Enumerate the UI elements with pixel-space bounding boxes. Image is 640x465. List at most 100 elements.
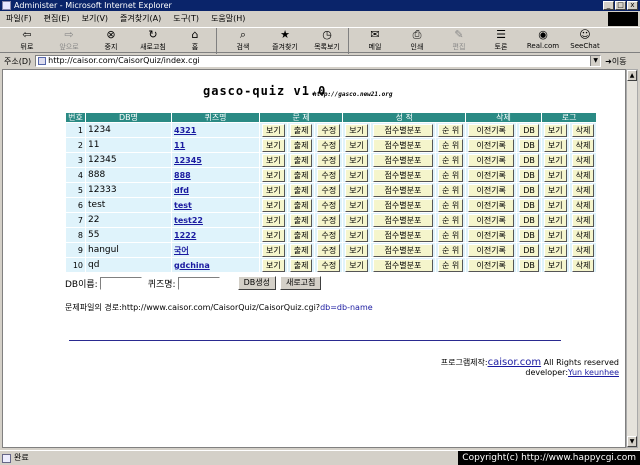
db-name-input[interactable] bbox=[99, 276, 142, 290]
delete-db-button[interactable]: DB bbox=[519, 123, 539, 137]
history-button[interactable]: ◷ 목록보기 bbox=[306, 28, 348, 54]
scroll-up-icon[interactable]: ▲ bbox=[627, 70, 637, 81]
problem-make-button[interactable]: 출제 bbox=[289, 213, 313, 227]
log-delete-button[interactable]: 삭제 bbox=[571, 183, 595, 197]
score-view-button[interactable]: 보기 bbox=[345, 123, 368, 137]
problem-edit-button[interactable]: 수정 bbox=[317, 153, 341, 167]
credits-site-link[interactable]: caisor.com bbox=[488, 357, 541, 368]
problem-make-button[interactable]: 출제 bbox=[289, 183, 313, 197]
problem-view-button[interactable]: 보기 bbox=[262, 138, 285, 152]
score-rank-button[interactable]: 순 위 bbox=[437, 258, 464, 272]
home-button[interactable]: ⌂ 홈 bbox=[174, 28, 216, 54]
problem-make-button[interactable]: 출제 bbox=[289, 138, 313, 152]
reload-button[interactable]: 새로고침 bbox=[279, 276, 322, 290]
delete-db-button[interactable]: DB bbox=[519, 168, 539, 182]
credits-developer-link[interactable]: Yun keunhee bbox=[568, 368, 619, 377]
score-dist-button[interactable]: 점수별분포 bbox=[372, 153, 433, 167]
delete-db-button[interactable]: DB bbox=[519, 138, 539, 152]
score-dist-button[interactable]: 점수별분포 bbox=[372, 243, 433, 257]
score-view-button[interactable]: 보기 bbox=[345, 198, 368, 212]
realcom-button[interactable]: ◉ Real.com bbox=[522, 28, 564, 54]
problem-view-button[interactable]: 보기 bbox=[262, 198, 285, 212]
menu-file[interactable]: 파일(F) bbox=[6, 12, 32, 26]
problem-edit-button[interactable]: 수정 bbox=[317, 183, 341, 197]
problem-make-button[interactable]: 출제 bbox=[289, 243, 313, 257]
log-view-button[interactable]: 보기 bbox=[543, 123, 567, 137]
quiz-name-link[interactable]: dfd bbox=[174, 186, 189, 195]
problem-make-button[interactable]: 출제 bbox=[289, 198, 313, 212]
edit-button[interactable]: ✎ 편집 bbox=[438, 28, 480, 54]
quiz-name-link[interactable]: 11 bbox=[174, 141, 185, 150]
log-delete-button[interactable]: 삭제 bbox=[571, 258, 595, 272]
problem-edit-button[interactable]: 수정 bbox=[317, 198, 341, 212]
delete-prev-button[interactable]: 이전기록 bbox=[468, 123, 515, 137]
problem-view-button[interactable]: 보기 bbox=[262, 258, 285, 272]
log-delete-button[interactable]: 삭제 bbox=[571, 123, 595, 137]
score-rank-button[interactable]: 순 위 bbox=[437, 153, 464, 167]
log-view-button[interactable]: 보기 bbox=[543, 243, 567, 257]
db-create-button[interactable]: DB생성 bbox=[237, 276, 276, 290]
score-dist-button[interactable]: 점수별분포 bbox=[372, 168, 433, 182]
address-input[interactable]: http://caisor.com/CaisorQuiz/index.cgi ▼ bbox=[35, 55, 602, 67]
discuss-button[interactable]: ☰ 토론 bbox=[480, 28, 522, 54]
problem-edit-button[interactable]: 수정 bbox=[317, 213, 341, 227]
log-delete-button[interactable]: 삭제 bbox=[571, 168, 595, 182]
score-rank-button[interactable]: 순 위 bbox=[437, 198, 464, 212]
log-delete-button[interactable]: 삭제 bbox=[571, 198, 595, 212]
quiz-name-link[interactable]: 12345 bbox=[174, 156, 202, 165]
score-view-button[interactable]: 보기 bbox=[345, 258, 368, 272]
print-button[interactable]: ⎙ 인쇄 bbox=[396, 28, 438, 54]
delete-db-button[interactable]: DB bbox=[519, 243, 539, 257]
delete-prev-button[interactable]: 이전기록 bbox=[468, 183, 515, 197]
score-dist-button[interactable]: 점수별분포 bbox=[372, 213, 433, 227]
minimize-button[interactable]: _ bbox=[603, 1, 614, 10]
seechat-button[interactable]: ☺ SeeChat bbox=[564, 28, 606, 54]
scroll-down-icon[interactable]: ▼ bbox=[627, 436, 637, 447]
score-rank-button[interactable]: 순 위 bbox=[437, 228, 464, 242]
score-view-button[interactable]: 보기 bbox=[345, 228, 368, 242]
delete-prev-button[interactable]: 이전기록 bbox=[468, 138, 515, 152]
maximize-button[interactable]: □ bbox=[615, 1, 626, 10]
delete-db-button[interactable]: DB bbox=[519, 228, 539, 242]
problem-view-button[interactable]: 보기 bbox=[262, 123, 285, 137]
score-dist-button[interactable]: 점수별분포 bbox=[372, 198, 433, 212]
stop-button[interactable]: ⊗ 중지 bbox=[90, 28, 132, 54]
score-rank-button[interactable]: 순 위 bbox=[437, 138, 464, 152]
delete-prev-button[interactable]: 이전기록 bbox=[468, 153, 515, 167]
problem-view-button[interactable]: 보기 bbox=[262, 183, 285, 197]
quiz-name-link[interactable]: 1222 bbox=[174, 231, 196, 240]
problem-edit-button[interactable]: 수정 bbox=[317, 138, 341, 152]
mail-button[interactable]: ✉ 메일 bbox=[354, 28, 396, 54]
score-rank-button[interactable]: 순 위 bbox=[437, 183, 464, 197]
quiz-name-input[interactable] bbox=[177, 276, 220, 290]
log-view-button[interactable]: 보기 bbox=[543, 258, 567, 272]
log-view-button[interactable]: 보기 bbox=[543, 198, 567, 212]
menu-edit[interactable]: 편집(E) bbox=[44, 12, 70, 26]
score-dist-button[interactable]: 점수별분포 bbox=[372, 183, 433, 197]
score-view-button[interactable]: 보기 bbox=[345, 138, 368, 152]
menu-help[interactable]: 도움말(H) bbox=[211, 12, 245, 26]
score-rank-button[interactable]: 순 위 bbox=[437, 123, 464, 137]
problem-make-button[interactable]: 출제 bbox=[289, 258, 313, 272]
log-delete-button[interactable]: 삭제 bbox=[571, 228, 595, 242]
delete-db-button[interactable]: DB bbox=[519, 213, 539, 227]
score-view-button[interactable]: 보기 bbox=[345, 168, 368, 182]
score-dist-button[interactable]: 점수별분포 bbox=[372, 123, 433, 137]
score-view-button[interactable]: 보기 bbox=[345, 153, 368, 167]
quiz-name-link[interactable]: 888 bbox=[174, 171, 191, 180]
log-delete-button[interactable]: 삭제 bbox=[571, 138, 595, 152]
log-delete-button[interactable]: 삭제 bbox=[571, 243, 595, 257]
quiz-name-link[interactable]: test22 bbox=[174, 216, 203, 225]
log-view-button[interactable]: 보기 bbox=[543, 213, 567, 227]
close-button[interactable]: x bbox=[627, 1, 638, 10]
problem-make-button[interactable]: 출제 bbox=[289, 153, 313, 167]
problem-make-button[interactable]: 출제 bbox=[289, 228, 313, 242]
score-dist-button[interactable]: 점수별분포 bbox=[372, 258, 433, 272]
score-rank-button[interactable]: 순 위 bbox=[437, 243, 464, 257]
quiz-name-link[interactable]: 국어 bbox=[174, 246, 189, 255]
quiz-name-link[interactable]: test bbox=[174, 201, 192, 210]
delete-prev-button[interactable]: 이전기록 bbox=[468, 168, 515, 182]
log-view-button[interactable]: 보기 bbox=[543, 153, 567, 167]
score-rank-button[interactable]: 순 위 bbox=[437, 213, 464, 227]
menu-tools[interactable]: 도구(T) bbox=[173, 12, 199, 26]
